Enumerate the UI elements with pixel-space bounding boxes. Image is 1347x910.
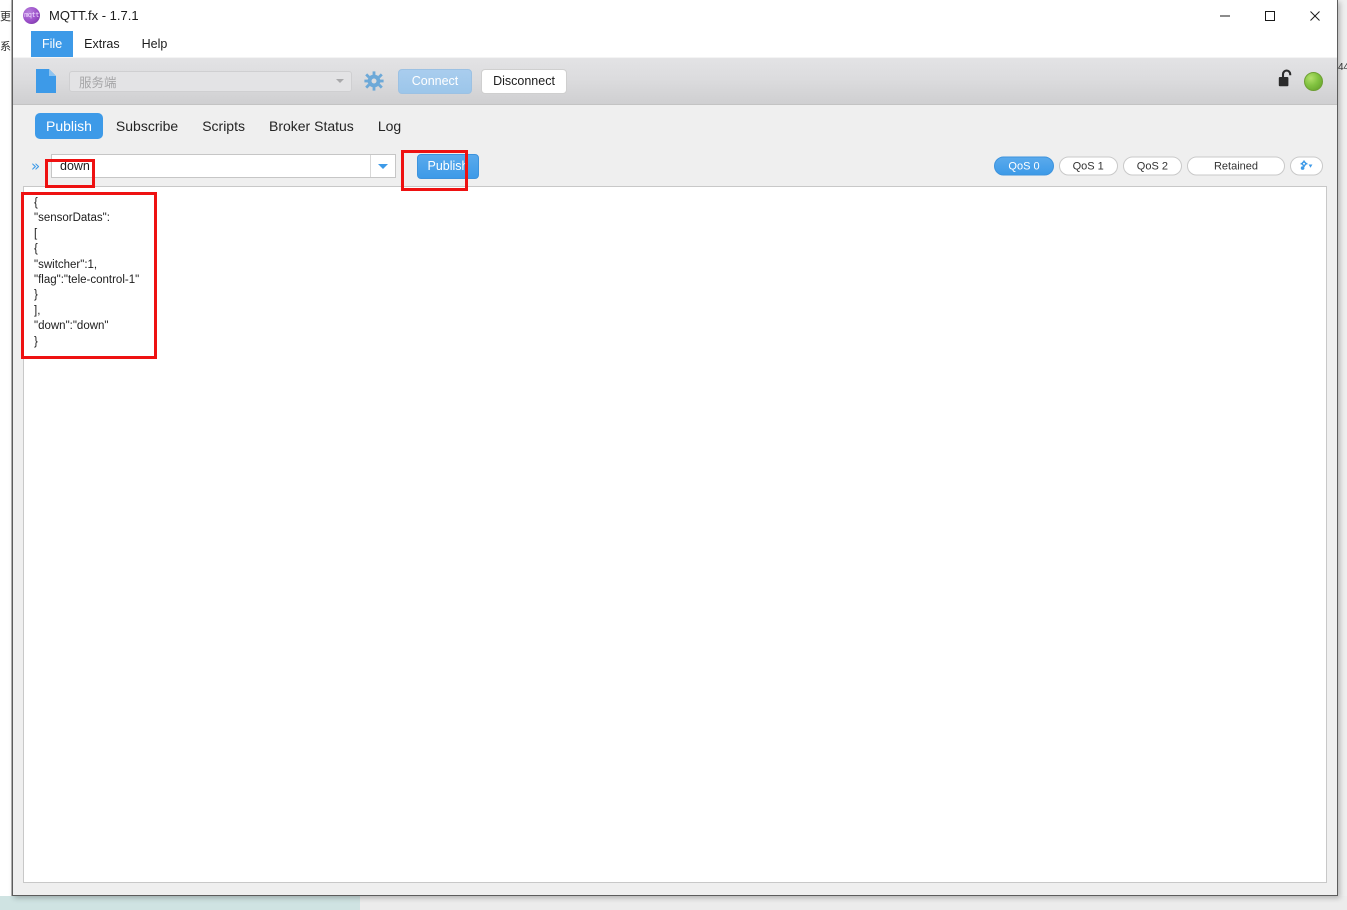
- connection-toolbar: 服务端 Connect Disconnect: [13, 57, 1337, 105]
- retained-toggle[interactable]: Retained: [1186, 156, 1285, 176]
- settings-gear-icon[interactable]: [364, 71, 384, 91]
- menu-item-extras-label: Extras: [84, 37, 120, 51]
- desktop-bottom-right-area: [360, 896, 1347, 910]
- tab-publish-label: Publish: [46, 117, 92, 134]
- tab-publish[interactable]: Publish: [35, 112, 103, 139]
- qos-1-label: QoS 1: [1072, 160, 1104, 172]
- chevron-down-icon: [378, 163, 388, 169]
- menu-item-help[interactable]: Help: [131, 31, 179, 57]
- broker-profile-value: 服务端: [79, 74, 117, 90]
- qos-0-toggle[interactable]: QoS 0: [994, 156, 1054, 176]
- broker-profile-combo[interactable]: 服务端: [69, 70, 352, 92]
- publish-button[interactable]: Publish: [417, 153, 479, 179]
- tab-broker-status[interactable]: Broker Status: [258, 113, 365, 139]
- background-right-label: 44: [1338, 62, 1347, 73]
- qos-1-toggle[interactable]: QoS 1: [1058, 156, 1118, 176]
- tab-log[interactable]: Log: [367, 113, 412, 139]
- menu-item-file-label: File: [42, 37, 63, 51]
- publish-control-row: » down Publish QoS 0 QoS 1 QoS 2 Retaine…: [13, 146, 1337, 186]
- tab-subscribe[interactable]: Subscribe: [105, 113, 189, 139]
- minimize-icon[interactable]: [1202, 0, 1247, 31]
- disconnect-button-label: Disconnect: [493, 74, 555, 88]
- menu-item-file[interactable]: File: [31, 31, 74, 57]
- background-left-glyph-1: 更: [0, 11, 11, 23]
- menu-item-help-label: Help: [141, 37, 168, 51]
- qos-control-group: QoS 0 QoS 1 QoS 2 Retained: [994, 156, 1323, 176]
- background-left-glyph-2: 系: [0, 41, 11, 53]
- main-tab-strip: Publish Subscribe Scripts Broker Status …: [13, 105, 1337, 146]
- desktop-backdrop: 更 系 44 mqtt MQTT.fx - 1.7.1 File Extras …: [0, 0, 1347, 910]
- topic-input-value: down: [60, 159, 90, 173]
- connection-status-group: [1278, 69, 1323, 93]
- qos-0-label: QoS 0: [1008, 160, 1040, 172]
- qos-2-label: QoS 2: [1136, 160, 1168, 172]
- menu-bar: File Extras Help: [13, 31, 1337, 57]
- new-document-icon[interactable]: [35, 68, 57, 94]
- connect-button[interactable]: Connect: [398, 68, 472, 94]
- topic-dropdown-button[interactable]: [370, 155, 395, 177]
- window-controls: [1202, 0, 1337, 31]
- maximize-icon[interactable]: [1247, 0, 1292, 31]
- tab-scripts[interactable]: Scripts: [191, 113, 256, 139]
- background-window-right-edge[interactable]: [1338, 0, 1347, 910]
- payload-editor[interactable]: { "sensorDatas": [ { "switcher":1, "flag…: [23, 186, 1327, 883]
- publish-options-gear-icon[interactable]: [1290, 156, 1323, 176]
- connected-green-dot: [1304, 71, 1323, 91]
- close-icon[interactable]: [1292, 0, 1337, 31]
- tab-scripts-label: Scripts: [202, 117, 245, 134]
- disconnect-button[interactable]: Disconnect: [481, 68, 567, 94]
- payload-area: { "sensorDatas": [ { "switcher":1, "flag…: [13, 186, 1337, 895]
- double-chevron-right-icon[interactable]: »: [31, 157, 51, 175]
- tab-broker-status-label: Broker Status: [268, 117, 354, 134]
- qos-2-toggle[interactable]: QoS 2: [1122, 156, 1182, 176]
- publish-button-label: Publish: [427, 159, 469, 173]
- topic-input[interactable]: down: [51, 154, 396, 178]
- connect-button-label: Connect: [411, 74, 459, 88]
- tab-subscribe-label: Subscribe: [115, 117, 179, 134]
- menu-item-extras[interactable]: Extras: [73, 31, 130, 57]
- window-title: MQTT.fx - 1.7.1: [49, 7, 139, 23]
- mqttfx-main-window: mqtt MQTT.fx - 1.7.1 File Extras Help 服务…: [12, 0, 1338, 896]
- background-window-left-edge[interactable]: [0, 0, 12, 910]
- title-bar: mqtt MQTT.fx - 1.7.1: [13, 0, 1337, 31]
- tab-log-label: Log: [377, 117, 402, 134]
- unlocked-padlock-icon: [1278, 69, 1295, 93]
- chevron-down-icon[interactable]: [336, 79, 344, 83]
- background-window-left-labels: 更 系: [0, 2, 11, 62]
- retained-label: Retained: [1213, 160, 1258, 172]
- mqtt-logo-icon: mqtt: [23, 6, 40, 24]
